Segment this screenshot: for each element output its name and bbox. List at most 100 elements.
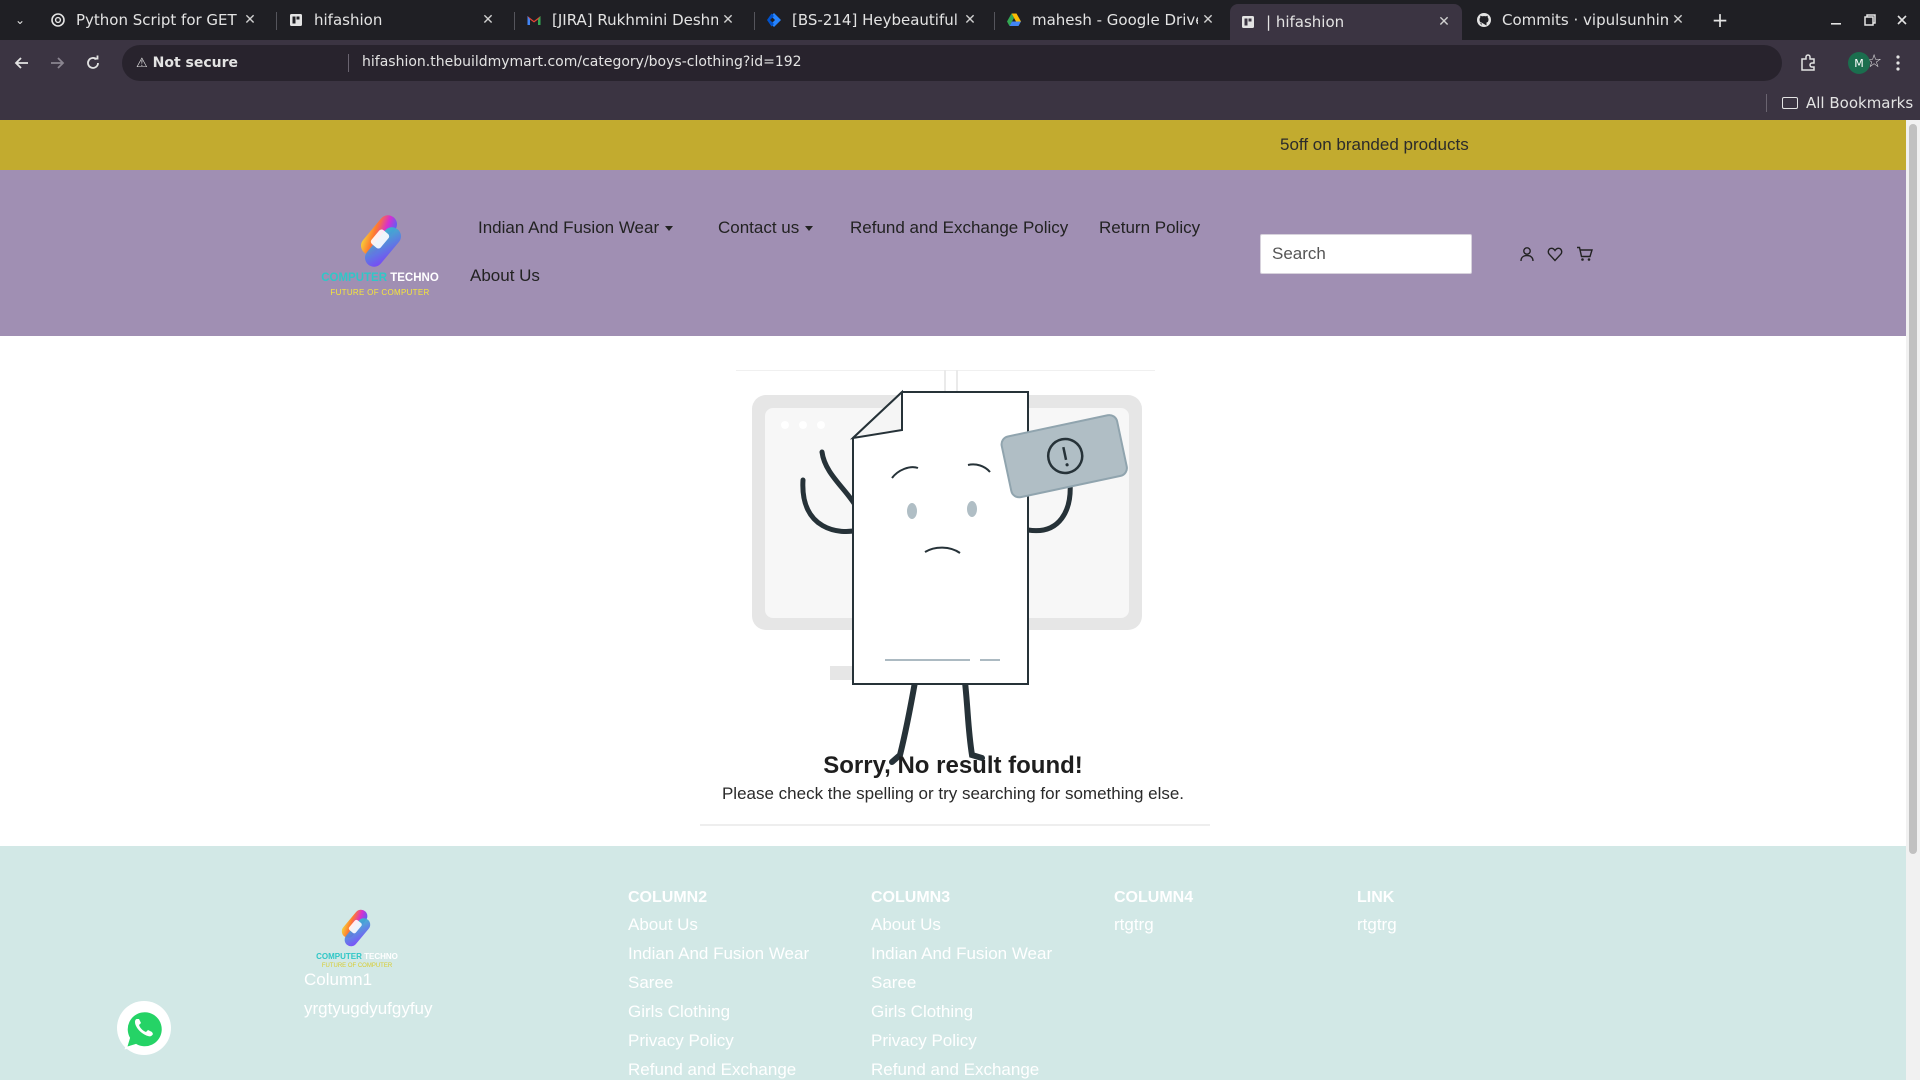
footer-column-heading: COLUMN4 (1114, 889, 1194, 906)
footer-link[interactable]: About Us (628, 910, 809, 939)
user-icon[interactable] (1518, 245, 1536, 263)
tab-title: | hifashion (1266, 13, 1345, 31)
footer-link[interactable]: Indian And Fusion Wear (628, 939, 809, 968)
warning-icon: ⚠ (136, 55, 148, 71)
close-tab-icon[interactable]: ✕ (718, 10, 738, 30)
browser-tab[interactable]: [BS-214] Heybeautiful G ✕ (756, 4, 988, 36)
bookmarks-divider (1766, 94, 1767, 112)
browser-toolbar: ⚠ Not secure hifashion.thebuildmymart.co… (0, 40, 1920, 86)
browser-tab-active[interactable]: | hifashion ✕ (1230, 4, 1462, 40)
openai-icon (51, 13, 65, 27)
profile-avatar[interactable]: M (1848, 52, 1870, 74)
forward-button[interactable] (43, 49, 71, 77)
google-drive-icon (1007, 13, 1021, 26)
nav-return-policy[interactable]: Return Policy (1099, 218, 1200, 238)
browser-tab[interactable]: hifashion ✕ (278, 4, 506, 36)
nav-contact-us[interactable]: Contact us (718, 218, 814, 238)
site-info-button[interactable]: ⚠ Not secure (130, 51, 246, 75)
tab-title: [JIRA] Rukhmini Deshmu (552, 11, 718, 29)
tab-title: [BS-214] Heybeautiful G (792, 11, 960, 29)
tab-search-button[interactable]: ⌄ (8, 8, 32, 32)
cart-icon[interactable] (1576, 245, 1594, 263)
footer-link[interactable]: Indian And Fusion Wear (871, 939, 1052, 968)
tab-title: Python Script for GET AP (76, 11, 240, 29)
footer-column4: COLUMN4 rtgtrg (1114, 886, 1193, 939)
site-footer: COMPUTER TECHNO FUTURE OF COMPUTER Colum… (0, 846, 1906, 1080)
nav-about-us[interactable]: About Us (470, 266, 540, 286)
folder-icon (1782, 97, 1798, 109)
heart-icon[interactable] (1546, 245, 1564, 263)
footer-logo-tagline: FUTURE OF COMPUTER (321, 963, 393, 969)
address-bar[interactable]: ⚠ Not secure hifashion.thebuildmymart.co… (122, 45, 1882, 81)
github-icon (1477, 13, 1491, 27)
minimize-icon (1831, 23, 1841, 25)
close-tab-icon[interactable]: ✕ (1198, 10, 1218, 30)
footer-column-heading: LINK (1357, 889, 1395, 906)
whatsapp-icon[interactable] (116, 1000, 172, 1056)
logo-tagline: FUTURE OF COMPUTER (330, 288, 430, 297)
search-input[interactable] (1260, 234, 1472, 274)
all-bookmarks-label: All Bookmarks (1806, 94, 1914, 112)
back-button[interactable] (8, 49, 36, 77)
browser-tab[interactable]: [JIRA] Rukhmini Deshmu ✕ (516, 4, 746, 36)
url-text[interactable]: hifashion.thebuildmymart.com/category/bo… (362, 54, 802, 70)
minimize-button[interactable] (1824, 8, 1848, 32)
footer-column1-text: yrgtyugdyufgyfuy (304, 999, 433, 1018)
promo-text: 5off on branded products (1280, 135, 1469, 154)
footer-link[interactable]: About Us (871, 910, 1052, 939)
close-tab-icon[interactable]: ✕ (1668, 10, 1688, 30)
tab-divider (514, 12, 515, 30)
restore-icon (1864, 14, 1876, 26)
nav-indian-fusion-wear[interactable]: Indian And Fusion Wear (478, 218, 674, 238)
jira-icon (767, 13, 781, 27)
browser-tab[interactable]: Commits · vipulsunhim/h ✕ (1466, 4, 1696, 36)
nav-refund-exchange-policy[interactable]: Refund and Exchange Policy (850, 218, 1068, 238)
footer-link[interactable]: rtgtrg (1357, 910, 1397, 939)
close-tab-icon[interactable]: ✕ (1434, 12, 1454, 32)
footer-link[interactable]: Privacy Policy (871, 1026, 1052, 1055)
footer-link[interactable]: Refund and Exchange (628, 1055, 809, 1080)
close-tab-icon[interactable]: ✕ (240, 10, 260, 30)
page-viewport: 5off on branded products COMPUTER TECHNO… (0, 120, 1906, 1080)
site-header: COMPUTER TECHNO FUTURE OF COMPUTER India… (0, 170, 1906, 336)
footer-logo-text: COMPUTER TECHNO (316, 952, 398, 961)
page-icon (290, 14, 302, 26)
arrow-left-icon (14, 57, 28, 69)
footer-link[interactable]: Saree (871, 968, 1052, 997)
nav-label: Return Policy (1099, 218, 1201, 237)
page-scrollbar[interactable] (1906, 120, 1920, 1080)
browser-tab-strip: ⌄ Python Script for GET AP ✕ hifashion ✕… (0, 0, 1920, 40)
nav-label: Refund and Exchange Policy (850, 218, 1069, 237)
security-label: Not secure (152, 55, 239, 71)
scrollbar-thumb[interactable] (1909, 124, 1917, 854)
footer-column-heading: COLUMN2 (628, 889, 708, 906)
puzzle-icon (1801, 54, 1815, 71)
arrow-right-icon (51, 57, 65, 69)
footer-column1-title: Column1 (304, 970, 373, 989)
no-result-title: Sorry, No result found! (823, 752, 1083, 779)
footer-link[interactable]: Refund and Exchange (871, 1055, 1052, 1080)
page-icon (1242, 16, 1254, 28)
footer-link[interactable]: Saree (628, 968, 809, 997)
site-logo[interactable]: COMPUTER TECHNO FUTURE OF COMPUTER (318, 206, 442, 302)
browser-tab[interactable]: Python Script for GET AP ✕ (40, 4, 268, 36)
close-tab-icon[interactable]: ✕ (478, 10, 498, 30)
reload-button[interactable] (79, 49, 107, 77)
all-bookmarks-button[interactable]: All Bookmarks (1782, 92, 1913, 114)
restore-button[interactable] (1858, 8, 1882, 32)
footer-link[interactable]: rtgtrg (1114, 910, 1193, 939)
footer-column2: COLUMN2 About Us Indian And Fusion Wear … (628, 886, 809, 1080)
caret-down-icon (665, 225, 674, 231)
footer-logo[interactable]: COMPUTER TECHNO FUTURE OF COMPUTER (312, 906, 402, 972)
footer-link[interactable]: Privacy Policy (628, 1026, 809, 1055)
logo-text: COMPUTER TECHNO (321, 272, 439, 284)
new-tab-button[interactable]: + (1708, 8, 1732, 32)
extensions-button[interactable] (1794, 49, 1822, 77)
footer-link[interactable]: Girls Clothing (871, 997, 1052, 1026)
close-window-button[interactable] (1890, 8, 1914, 32)
footer-link[interactable]: Girls Clothing (628, 997, 809, 1026)
browser-menu-button[interactable] (1884, 49, 1912, 77)
close-icon (1897, 15, 1907, 25)
close-tab-icon[interactable]: ✕ (960, 10, 980, 30)
browser-tab[interactable]: mahesh - Google Drive ✕ (996, 4, 1226, 36)
